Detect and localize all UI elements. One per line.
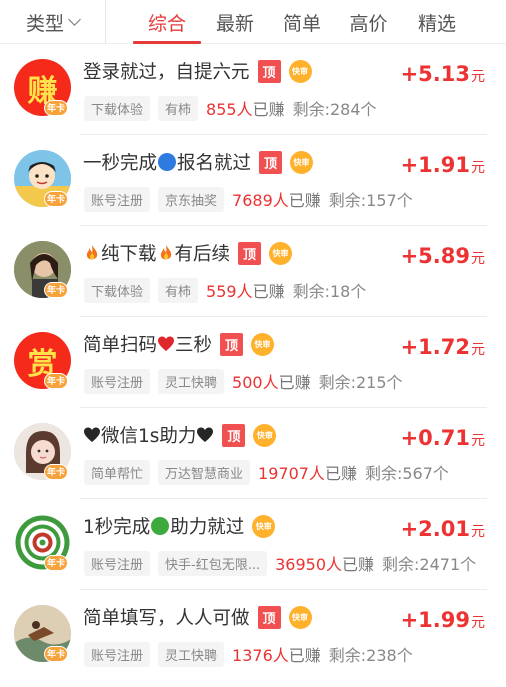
remaining-count: 剩余:238个 [328, 646, 413, 665]
reward-amount: +0.71元 [400, 426, 485, 450]
remaining-count: 剩余:157个 [328, 191, 413, 210]
task-title: 一秒完成 报名就过 [83, 153, 252, 174]
annual-card-badge: 年卡 [44, 100, 68, 116]
task-title: 简单扫码 三秒 [83, 335, 213, 356]
earned-count: 1376人已赚 [232, 646, 321, 665]
task-merchant-chip: 灵工快聘 [158, 368, 225, 394]
task-category-chip: 下载体验 [84, 277, 151, 303]
task-category-chip: 账号注册 [84, 641, 151, 667]
earned-count: 36950人已赚 [275, 555, 375, 574]
task-title: 纯下载 有后续 [83, 240, 230, 266]
tab-featured[interactable]: 精选 [402, 0, 472, 44]
pinned-tag: 顶 [257, 605, 281, 629]
task-row[interactable]: 年卡 简单填写，人人可做 顶 快审 +1.99元 账号注册 灵工快聘 1376人… [0, 590, 506, 681]
annual-card-badge: 年卡 [44, 555, 68, 571]
pinned-tag: 顶 [238, 241, 262, 265]
annual-card-badge: 年卡 [44, 282, 68, 298]
reward-amount: +1.91元 [400, 153, 485, 177]
task-row[interactable]: 年卡 一秒完成 报名就过 顶 快审 +1.91元 账号注册 京东抽奖 7689人已… [0, 135, 506, 226]
task-merchant-chip: 灵工快聘 [158, 641, 225, 667]
black-heart-icon [197, 427, 214, 442]
annual-card-badge: 年卡 [44, 646, 68, 662]
pinned-tag: 顶 [257, 59, 281, 83]
task-row[interactable]: 年卡 1秒完成 助力就过 快审 +2.01元 账号注册 快手-红包无限... 36… [0, 499, 506, 590]
black-heart-icon [84, 427, 100, 442]
fast-review-tag: 快审 [290, 150, 314, 174]
type-filter-dropdown[interactable]: 类型 [0, 0, 106, 44]
task-merchant-chip: 有柿 [158, 95, 199, 121]
task-row[interactable]: 年卡 纯下载 有后续 顶 快审 +5.89元 下载体验 有柿 559人已赚 剩余:… [0, 226, 506, 317]
task-merchant-chip: 京东抽奖 [158, 186, 225, 212]
annual-card-badge: 年卡 [44, 464, 68, 480]
fast-review-tag: 快审 [288, 59, 312, 83]
task-merchant-chip: 有柿 [158, 277, 199, 303]
fire-icon [160, 245, 171, 260]
earned-count: 855人已赚 [206, 100, 285, 119]
task-category-chip: 下载体验 [84, 95, 151, 121]
annual-card-badge: 年卡 [44, 373, 68, 389]
fast-review-tag: 快审 [252, 514, 276, 538]
fast-review-tag: 快审 [288, 605, 312, 629]
tab-high-price[interactable]: 高价 [335, 0, 402, 44]
remaining-count: 剩余:18个 [292, 282, 367, 301]
task-title: 微信1s助力 [83, 422, 214, 448]
reward-amount: +2.01元 [400, 517, 485, 541]
heart-icon [158, 336, 175, 351]
reward-amount: +1.72元 [400, 335, 485, 359]
chevron-down-icon [68, 13, 81, 26]
task-merchant-chip: 万达智慧商业 [158, 459, 251, 485]
remaining-count: 剩余:567个 [364, 464, 449, 483]
earned-count: 559人已赚 [206, 282, 285, 301]
task-title: 简单填写，人人可做 [83, 608, 250, 629]
task-category-chip: 账号注册 [84, 186, 151, 212]
pinned-tag: 顶 [259, 150, 283, 174]
task-category-chip: 账号注册 [84, 550, 151, 576]
tab-simple[interactable]: 简单 [269, 0, 335, 44]
tab-latest[interactable]: 最新 [201, 0, 269, 44]
annual-card-badge: 年卡 [44, 191, 68, 207]
earned-count: 19707人已赚 [258, 464, 357, 483]
blue-circle-icon [158, 153, 177, 171]
remaining-count: 剩余:2471个 [382, 555, 477, 574]
green-circle-icon [151, 517, 170, 535]
earned-count: 7689人已赚 [232, 191, 321, 210]
reward-amount: +5.13元 [400, 62, 485, 86]
fire-icon [86, 245, 98, 260]
type-filter-label: 类型 [25, 12, 64, 35]
reward-amount: +5.89元 [400, 244, 485, 268]
task-category-chip: 账号注册 [84, 368, 151, 394]
task-row[interactable]: 赚 年卡 登录就过，自提六元 顶 快审 +5.13元 下载体验 有柿 855人已… [0, 44, 506, 135]
remaining-count: 剩余:215个 [318, 373, 403, 392]
task-title: 1秒完成 助力就过 [83, 517, 245, 538]
task-row[interactable]: 赏 年卡 简单扫码 三秒 顶 快审 +1.72元 账号注册 灵工快聘 500人已赚… [0, 317, 506, 408]
task-category-chip: 简单帮忙 [84, 459, 151, 485]
fast-review-tag: 快审 [253, 423, 277, 447]
task-title: 登录就过，自提六元 [83, 62, 250, 83]
task-row[interactable]: 年卡 微信1s助力 顶 快审 +0.71元 简单帮忙 万达智慧商业 19707人… [0, 408, 506, 499]
fast-review-tag: 快审 [269, 241, 293, 265]
pinned-tag: 顶 [222, 423, 246, 447]
earned-count: 500人已赚 [232, 373, 311, 392]
task-merchant-chip: 快手-红包无限... [158, 550, 268, 576]
pinned-tag: 顶 [220, 332, 244, 356]
reward-amount: +1.99元 [400, 608, 485, 632]
remaining-count: 剩余:284个 [292, 100, 377, 119]
filter-header: 类型 综合 最新 简单 高价 精选 [0, 0, 506, 44]
tab-comprehensive[interactable]: 综合 [133, 0, 201, 44]
fast-review-tag: 快审 [251, 332, 275, 356]
